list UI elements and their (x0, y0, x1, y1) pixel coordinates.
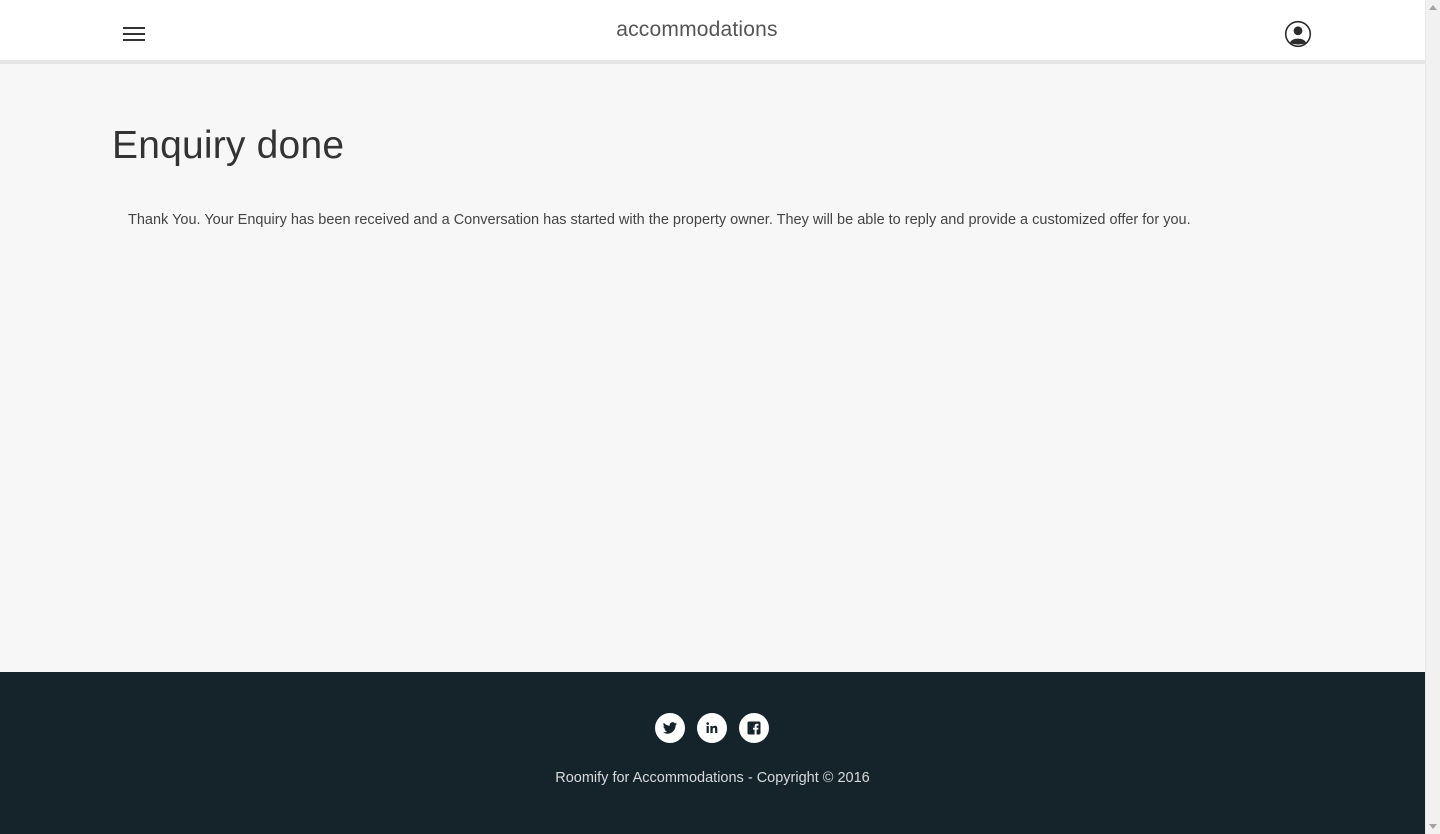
linkedin-icon (706, 722, 718, 733)
confirmation-message: Thank You. Your Enquiry has been receive… (128, 212, 1191, 228)
page-title: Enquiry done (112, 124, 345, 167)
scroll-down-arrow-icon[interactable] (1429, 824, 1437, 829)
linkedin-link[interactable] (697, 713, 727, 743)
facebook-link[interactable] (739, 713, 769, 743)
site-brand[interactable]: accommodations (0, 18, 1394, 42)
site-footer: Roomify for Accommodations - Copyright ©… (0, 672, 1425, 834)
vertical-scrollbar[interactable] (1425, 0, 1440, 834)
top-navbar: accommodations (0, 0, 1425, 64)
twitter-link[interactable] (655, 713, 685, 743)
facebook-icon (747, 721, 761, 735)
twitter-icon (663, 722, 677, 734)
page: accommodations Enquiry done Thank You. Y… (0, 0, 1425, 834)
copyright-text: Roomify for Accommodations - Copyright ©… (555, 770, 870, 786)
scroll-up-arrow-icon[interactable] (1429, 5, 1437, 10)
user-account-icon[interactable] (1284, 20, 1312, 48)
